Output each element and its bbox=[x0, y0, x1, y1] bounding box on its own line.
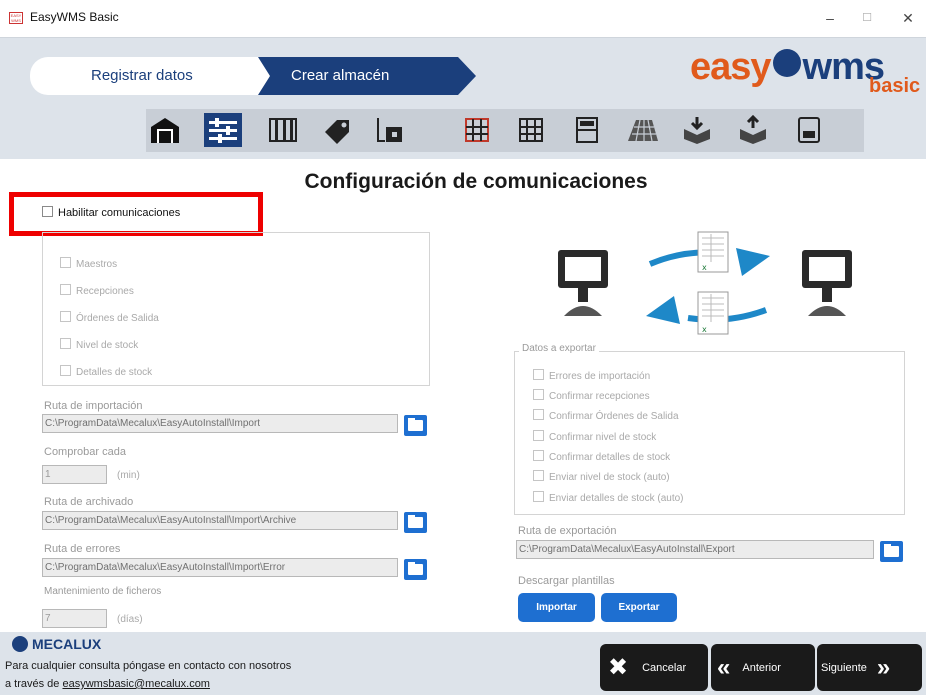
enable-communications-checkbox[interactable]: Habilitar comunicaciones bbox=[42, 206, 180, 219]
export-option-confirmar-recepciones[interactable]: Confirmar recepciones bbox=[533, 389, 650, 402]
easywms-logo: easy wms bbox=[690, 46, 885, 88]
app-icon: EASY WMS bbox=[9, 12, 23, 24]
window-titlebar: EASY WMS EasyWMS Basic – ☐ ✕ bbox=[0, 0, 926, 37]
window-title: EasyWMS Basic bbox=[30, 10, 119, 24]
option-recepciones[interactable]: Recepciones bbox=[60, 284, 134, 297]
error-folder-icon[interactable] bbox=[404, 559, 427, 580]
double-chevron-right-icon: » bbox=[876, 653, 891, 681]
import-path-field[interactable]: C:\ProgramData\Mecalux\EasyAutoInstall\I… bbox=[42, 414, 398, 433]
checkbox-icon[interactable] bbox=[42, 206, 53, 217]
shelving-icon[interactable] bbox=[264, 113, 302, 147]
excel-sheet-top-icon: x bbox=[697, 231, 729, 273]
export-folder-icon[interactable] bbox=[880, 541, 903, 562]
export-path-field[interactable]: C:\ProgramData\Mecalux\EasyAutoInstall\E… bbox=[516, 540, 874, 559]
import-path-label: Ruta de importación bbox=[44, 400, 143, 412]
communication-diagram: x x bbox=[548, 226, 868, 338]
excel-sheet-bottom-icon: x bbox=[697, 291, 729, 335]
check-every-input[interactable]: 1 bbox=[42, 465, 107, 484]
archive-path-field[interactable]: C:\ProgramData\Mecalux\EasyAutoInstall\I… bbox=[42, 511, 398, 530]
next-button[interactable]: Siguiente » bbox=[817, 644, 922, 691]
archive-folder-icon[interactable] bbox=[404, 512, 427, 533]
tag-icon[interactable] bbox=[318, 113, 356, 147]
shelf-icon[interactable] bbox=[568, 113, 606, 147]
grid-icon[interactable] bbox=[512, 113, 550, 147]
export-option-enviar-detalles[interactable]: Enviar detalles de stock (auto) bbox=[533, 491, 684, 504]
wizard-step-crear-almacen[interactable]: Crear almacén bbox=[258, 57, 476, 95]
import-options-group bbox=[42, 232, 430, 386]
option-ordenes-salida[interactable]: Órdenes de Salida bbox=[60, 311, 159, 324]
double-chevron-left-icon: « bbox=[717, 653, 731, 681]
archive-path-label: Ruta de archivado bbox=[44, 496, 134, 508]
option-maestros[interactable]: Maestros bbox=[60, 257, 117, 270]
wizard-step-registrar[interactable]: Registrar datos bbox=[30, 57, 270, 95]
warehouse-icon[interactable] bbox=[146, 113, 184, 147]
logo-basic-text: basic bbox=[869, 75, 921, 97]
export-template-button[interactable]: Exportar bbox=[601, 593, 677, 622]
check-every-unit: (min) bbox=[117, 470, 140, 481]
page-title: Configuración de comunicaciones bbox=[304, 170, 648, 193]
import-template-button[interactable]: Importar bbox=[518, 593, 595, 622]
section-toolbar bbox=[146, 109, 864, 152]
cancel-button[interactable]: ✖ Cancelar bbox=[600, 644, 708, 691]
settings-sliders-icon[interactable] bbox=[204, 113, 242, 147]
close-x-icon: ✖ bbox=[608, 654, 629, 681]
option-nivel-stock[interactable]: Nivel de stock bbox=[60, 338, 138, 351]
contact-email-link[interactable]: easywmsbasic@mecalux.com bbox=[62, 678, 210, 690]
error-path-label: Ruta de errores bbox=[44, 543, 121, 555]
grid-red-icon[interactable] bbox=[458, 113, 496, 147]
wizard-header: Registrar datos Crear almacén easy wms ba… bbox=[0, 37, 926, 159]
svg-text:x: x bbox=[702, 263, 707, 272]
mecalux-logo-icon bbox=[12, 636, 28, 652]
svg-text:x: x bbox=[702, 325, 707, 334]
import-folder-icon[interactable] bbox=[404, 415, 427, 436]
mecalux-brand: MECALUX bbox=[12, 636, 101, 652]
maximize-button[interactable]: ☐ bbox=[852, 6, 882, 30]
computer-left-icon bbox=[558, 250, 608, 316]
contact-line-2: a través de easywmsbasic@mecalux.com bbox=[5, 678, 210, 690]
export-option-confirmar-ordenes[interactable]: Confirmar Órdenes de Salida bbox=[533, 409, 679, 422]
minimize-button[interactable]: – bbox=[815, 6, 845, 30]
forklift-icon[interactable] bbox=[370, 113, 408, 147]
computer-right-icon bbox=[802, 250, 852, 316]
maintenance-label: Mantenimiento de ficheros bbox=[44, 586, 162, 597]
floor-pattern-icon[interactable] bbox=[624, 113, 662, 147]
export-option-errores[interactable]: Errores de importación bbox=[533, 369, 650, 382]
contact-line-1: Para cualquier consulta póngase en conta… bbox=[5, 660, 292, 672]
maintenance-unit: (días) bbox=[117, 614, 143, 625]
maintenance-input[interactable]: 7 bbox=[42, 609, 107, 628]
box-up-icon[interactable] bbox=[734, 113, 772, 147]
check-every-label: Comprobar cada bbox=[44, 446, 126, 458]
close-button[interactable]: ✕ bbox=[893, 6, 923, 30]
export-option-enviar-nivel[interactable]: Enviar nivel de stock (auto) bbox=[533, 470, 670, 483]
option-detalles-stock[interactable]: Detalles de stock bbox=[60, 365, 152, 378]
save-icon[interactable] bbox=[790, 113, 828, 147]
export-path-label: Ruta de exportación bbox=[518, 525, 617, 537]
box-down-icon[interactable] bbox=[678, 113, 716, 147]
export-option-confirmar-detalles[interactable]: Confirmar detalles de stock bbox=[533, 450, 670, 463]
previous-button[interactable]: « Anterior bbox=[711, 644, 815, 691]
templates-label: Descargar plantillas bbox=[518, 575, 615, 587]
export-group-legend: Datos a exportar bbox=[519, 343, 599, 354]
logo-mark-icon bbox=[772, 49, 801, 77]
error-path-field[interactable]: C:\ProgramData\Mecalux\EasyAutoInstall\I… bbox=[42, 558, 398, 577]
export-option-confirmar-nivel[interactable]: Confirmar nivel de stock bbox=[533, 430, 656, 443]
